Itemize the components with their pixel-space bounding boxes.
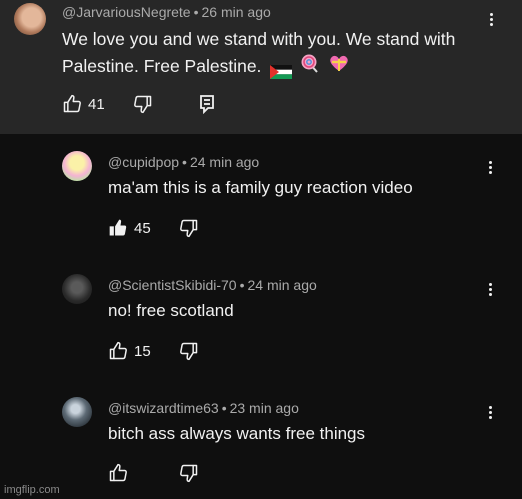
comment-text: ma'am this is a family guy reaction vide… [108, 178, 413, 197]
comment-author[interactable]: @JarvariousNegrete [62, 4, 191, 20]
comment-text: bitch ass always wants free things [108, 424, 366, 443]
comment-text-line: We love you and we stand with you. We st… [62, 29, 456, 49]
comment-author[interactable]: @cupidpop [108, 154, 179, 170]
avatar[interactable] [62, 151, 92, 181]
meta-separator: • [221, 400, 227, 416]
comment-actions: 45 [108, 218, 228, 242]
thumbs-up-filled-icon [108, 218, 128, 238]
comment-actions: 41 [62, 94, 262, 118]
palestine-flag-icon [270, 60, 293, 80]
like-count: 45 [134, 219, 151, 237]
thumbs-up-icon [108, 463, 128, 483]
comment-time: 26 min ago [201, 4, 271, 20]
like-button[interactable] [108, 463, 134, 483]
like-button[interactable]: 45 [108, 218, 151, 238]
more-options-icon[interactable] [488, 11, 494, 29]
meta-separator: • [239, 277, 245, 293]
comment-author[interactable]: @ScientistSkibidi-70 [108, 277, 237, 293]
comment-time: 24 min ago [189, 154, 260, 170]
lollipop-icon [300, 53, 320, 81]
comment-time: 23 min ago [229, 400, 299, 416]
like-button[interactable]: 41 [62, 94, 105, 114]
like-button[interactable]: 15 [108, 341, 151, 361]
dislike-button[interactable] [179, 218, 199, 238]
thumbs-up-icon [108, 341, 128, 361]
comment-meta: @itswizardtime63 • 23 min ago [108, 400, 299, 416]
dislike-button[interactable] [133, 94, 153, 114]
comment-author[interactable]: @itswizardtime63 [108, 400, 219, 416]
comment-text: no! free scotland [108, 301, 234, 320]
comment-text: We love you and we stand with you. We st… [62, 26, 492, 81]
dislike-button[interactable] [179, 463, 199, 483]
thumbs-down-icon [179, 463, 199, 483]
avatar[interactable] [14, 3, 46, 35]
dislike-button[interactable] [179, 341, 199, 361]
thumbs-up-icon [62, 94, 82, 114]
comment-time: 24 min ago [247, 277, 317, 293]
more-options-icon[interactable] [487, 281, 493, 299]
comment-actions: 15 [108, 341, 228, 365]
reply-icon [198, 94, 216, 114]
comment-text-content: Palestine. Free Palestine. [62, 56, 262, 76]
comment-meta: @cupidpop • 24 min ago [108, 154, 259, 170]
thumbs-down-icon [179, 341, 199, 361]
avatar[interactable] [62, 274, 92, 304]
thumbs-down-icon [179, 218, 199, 238]
heart-ribbon-icon [328, 53, 350, 81]
avatar[interactable] [62, 397, 92, 427]
meta-separator: • [193, 4, 199, 20]
like-count: 41 [88, 95, 105, 113]
comment-text-line: Palestine. Free Palestine. [62, 53, 492, 81]
watermark: imgflip.com [4, 484, 60, 496]
reply-button[interactable] [198, 94, 216, 114]
like-count: 15 [134, 342, 151, 360]
more-options-icon[interactable] [487, 404, 493, 422]
meta-separator: • [182, 154, 187, 170]
more-options-icon[interactable] [487, 159, 493, 177]
comment-meta: @ScientistSkibidi-70 • 24 min ago [108, 277, 317, 293]
comment-meta: @JarvariousNegrete • 26 min ago [62, 4, 271, 20]
thumbs-down-icon [133, 94, 153, 114]
comment-actions [108, 463, 228, 487]
highlighted-comment: @JarvariousNegrete • 26 min ago We love yo… [0, 0, 522, 134]
